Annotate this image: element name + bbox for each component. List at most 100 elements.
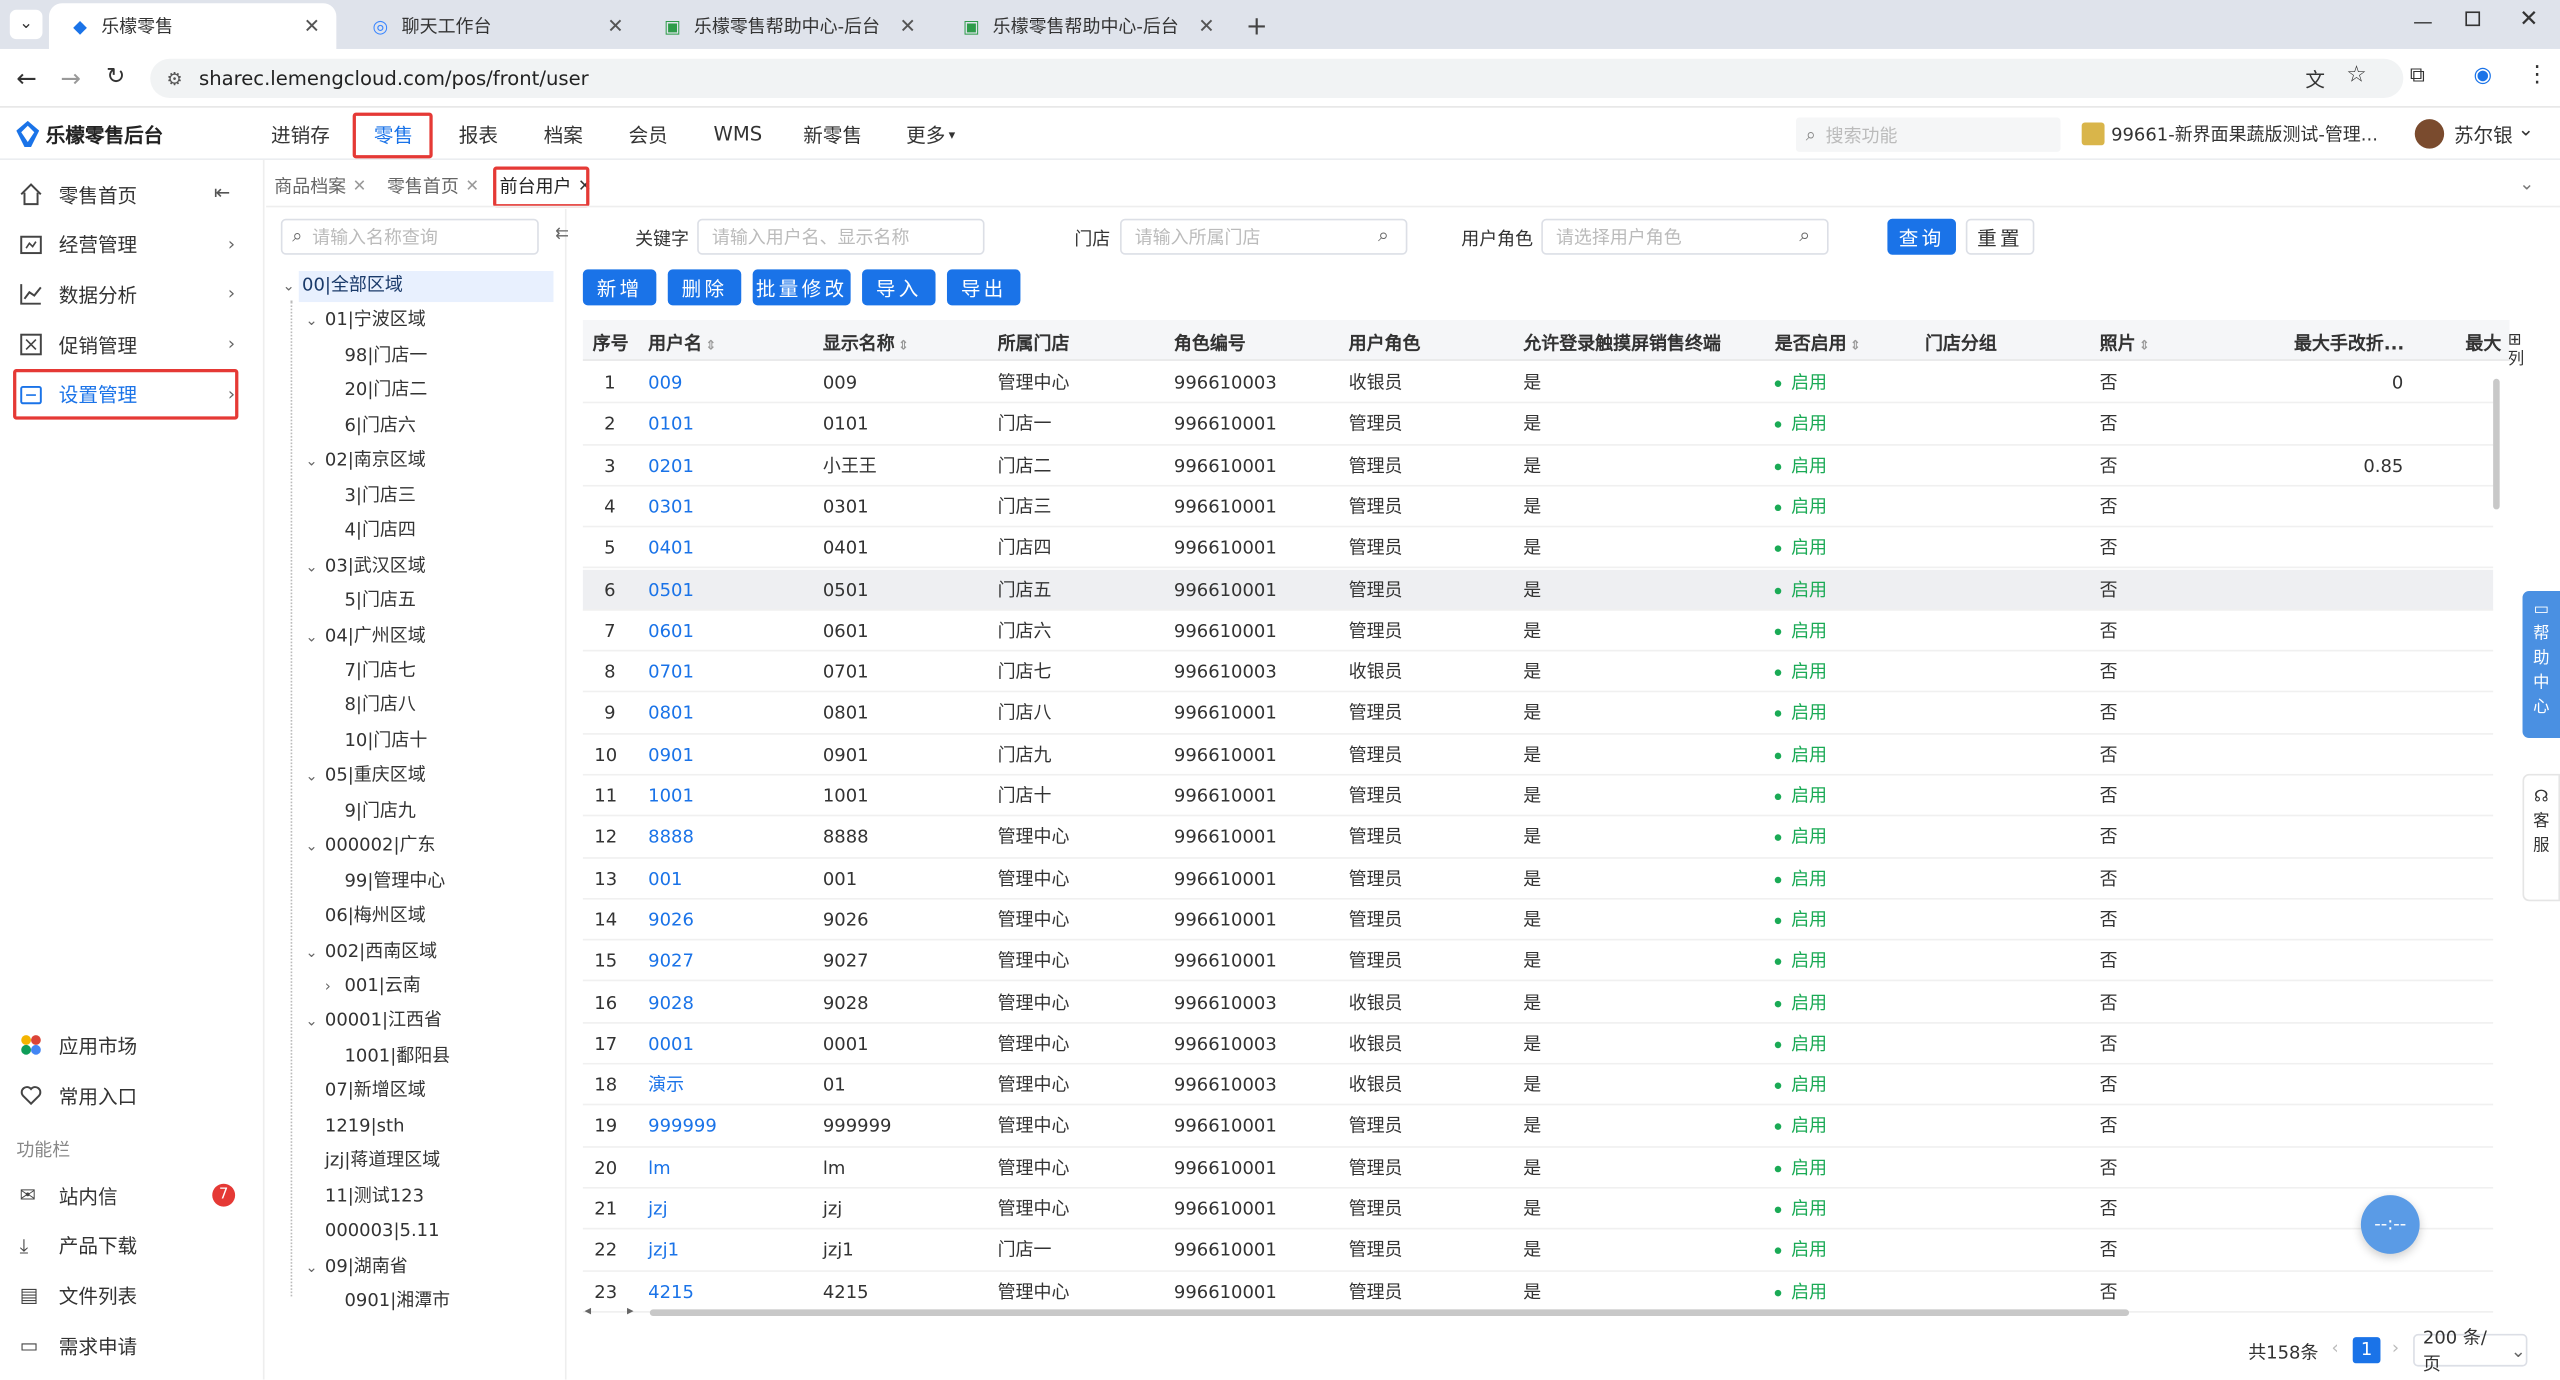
tree-node[interactable]: 7|门店七	[344, 656, 415, 685]
column-header[interactable]: 所属门店	[998, 330, 1070, 356]
tabs-dropdown-icon[interactable]: ⌄	[2519, 173, 2534, 194]
avatar[interactable]	[2414, 119, 2445, 149]
nav-item[interactable]: WMS	[713, 118, 762, 151]
username-link[interactable]: 001	[648, 858, 682, 899]
tree-node[interactable]: ⌄ 002|西南区域	[305, 936, 437, 965]
tree-node[interactable]: 98|门店一	[344, 341, 427, 370]
tree-node[interactable]: ⌄ 09|湖南省	[305, 1252, 407, 1281]
scroll-left-icon[interactable]: ◂	[585, 1303, 592, 1318]
tree-node[interactable]: 99|管理中心	[344, 866, 445, 895]
action-button[interactable]: 导入	[862, 269, 936, 306]
tool-item[interactable]: ▭ 需求申请	[0, 1323, 245, 1369]
tree-node[interactable]: 20|门店二	[344, 376, 427, 405]
username-link[interactable]: jzj	[648, 1189, 667, 1230]
tree-expand-icon[interactable]: ⌄	[305, 763, 325, 792]
browser-tab[interactable]: ▣ 乐檬零售帮助中心-后台 ✕	[642, 3, 933, 49]
action-button[interactable]: 新增	[582, 269, 657, 306]
tree-expand-icon[interactable]: ⌄	[305, 1253, 325, 1282]
prev-page-icon[interactable]: ‹	[2331, 1337, 2338, 1358]
horizontal-scrollbar[interactable]	[649, 1309, 2130, 1316]
column-settings-button[interactable]: ⊞ 列	[2508, 331, 2528, 370]
nav-item[interactable]: 新零售	[803, 118, 862, 151]
customer-service-button[interactable]: ☊ 客服	[2522, 773, 2560, 902]
collapse-sidebar-icon[interactable]: ⇤	[214, 181, 230, 204]
tree-node[interactable]: 10|门店十	[344, 726, 427, 755]
page-tab[interactable]: 商品档案 ✕	[274, 170, 366, 203]
username-link[interactable]: 0101	[648, 404, 694, 445]
forward-icon[interactable]: →	[60, 64, 81, 93]
nav-item[interactable]: 更多 ▾	[906, 118, 955, 151]
browser-tab[interactable]: ◆ 乐檬零售 ✕	[48, 3, 337, 49]
username-link[interactable]: 0601	[648, 610, 694, 651]
tree-node[interactable]: 0901|湘潭市	[344, 1287, 450, 1316]
tree-expand-icon[interactable]: ⌄	[305, 553, 325, 582]
close-tab-icon[interactable]: ✕	[465, 177, 479, 195]
tree-search-input[interactable]: ⌕ 请输入名称查询	[280, 218, 539, 255]
minimize-icon[interactable]: —	[2413, 10, 2433, 33]
tree-node[interactable]: 11|测试123	[325, 1182, 424, 1211]
reload-icon[interactable]: ↻	[106, 64, 125, 90]
store-input[interactable]: 请输入所属门店	[1120, 218, 1408, 255]
tree-expand-icon[interactable]: ⌄	[282, 273, 302, 302]
sidebar-item[interactable]: 经营管理 ›	[0, 222, 245, 268]
tree-node[interactable]: 4|门店四	[344, 516, 415, 545]
site-info-icon[interactable]: ⚙	[167, 68, 183, 89]
user-name[interactable]: 苏尔银	[2454, 121, 2513, 149]
username-link[interactable]: 8888	[648, 817, 694, 858]
sort-icon[interactable]: ⇕	[1850, 338, 1861, 353]
tree-expand-icon[interactable]: ⌄	[305, 1008, 325, 1037]
extensions-icon[interactable]: ⧉	[2410, 64, 2425, 88]
action-button[interactable]: 删除	[667, 269, 742, 306]
column-header[interactable]: 最大	[2465, 330, 2501, 356]
tree-expand-icon[interactable]: ⌄	[305, 448, 325, 477]
tab-list-icon[interactable]: ⌄	[9, 9, 43, 40]
role-search-icon[interactable]: ⌕	[1799, 224, 1810, 248]
sidebar-item[interactable]: 促销管理 ›	[0, 322, 245, 368]
username-link[interactable]: 009	[648, 362, 682, 403]
browser-tab[interactable]: ◎ 聊天工作台 ✕	[349, 3, 640, 49]
username-link[interactable]: 999999	[648, 1106, 717, 1147]
column-header[interactable]: 角色编号	[1174, 330, 1246, 356]
username-link[interactable]: 0901	[648, 734, 694, 775]
tree-node[interactable]: ⌄ 04|广州区域	[305, 621, 425, 650]
nav-item[interactable]: 进销存	[271, 118, 330, 151]
column-header[interactable]: 照片 ⇕	[2100, 330, 2150, 356]
query-button[interactable]: 查询	[1887, 218, 1956, 255]
page-tab[interactable]: 零售首页 ✕	[387, 170, 479, 203]
tool-item[interactable]: ⤓ 产品下载	[0, 1222, 245, 1268]
profile-icon[interactable]: ◉	[2474, 64, 2493, 88]
nav-item[interactable]: 报表	[459, 118, 498, 151]
browser-menu-icon[interactable]: ⋮	[2526, 62, 2549, 88]
tree-expand-icon[interactable]: ⌄	[305, 938, 325, 967]
column-header[interactable]: 显示名称 ⇕	[823, 330, 909, 356]
bookmark-star-icon[interactable]: ☆	[2346, 62, 2367, 88]
sidebar-bottom-item[interactable]: 常用入口	[0, 1073, 245, 1119]
tree-node[interactable]: ⌄ 00|全部区域	[282, 271, 402, 300]
url-field[interactable]: ⚙ sharec.lemengcloud.com/pos/front/user	[150, 58, 2404, 98]
user-chevron-icon[interactable]: ⌄	[2518, 118, 2534, 141]
sidebar-item[interactable]: 数据分析 ›	[0, 272, 245, 318]
vertical-scrollbar[interactable]	[2493, 378, 2500, 510]
tree-node[interactable]: ⌄ 02|南京区域	[305, 446, 425, 475]
sidebar-item[interactable]: 零售首页	[0, 171, 245, 217]
tree-node[interactable]: 8|门店八	[344, 691, 415, 720]
tab-close-icon[interactable]: ✕	[607, 15, 623, 38]
tree-collapsed-icon[interactable]: ›	[325, 973, 345, 1002]
tree-node[interactable]: 9|门店九	[344, 796, 415, 825]
sort-icon[interactable]: ⇕	[898, 338, 909, 353]
username-link[interactable]: 1001	[648, 776, 694, 817]
tree-node[interactable]: jzj|蒋道理区域	[325, 1147, 440, 1176]
column-header[interactable]: 用户名 ⇕	[648, 330, 716, 356]
current-store[interactable]: 99661-新界面果蔬版测试-管理...	[2111, 121, 2378, 147]
tree-node[interactable]: 6|门店六	[344, 411, 415, 440]
scroll-right-icon[interactable]: ▸	[627, 1303, 634, 1318]
tab-close-icon[interactable]: ✕	[304, 15, 320, 38]
back-icon[interactable]: ←	[16, 64, 37, 93]
username-link[interactable]: 9028	[648, 982, 694, 1023]
assistant-float-button[interactable]: --:--	[2360, 1195, 2420, 1254]
tree-expand-icon[interactable]: ⌄	[305, 623, 325, 652]
tree-node[interactable]: ⌄ 03|武汉区域	[305, 551, 425, 580]
tree-node[interactable]: ⌄ 00001|江西省	[305, 1006, 442, 1035]
sort-icon[interactable]: ⇕	[2139, 338, 2150, 353]
current-page-button[interactable]: 1	[2352, 1337, 2381, 1364]
